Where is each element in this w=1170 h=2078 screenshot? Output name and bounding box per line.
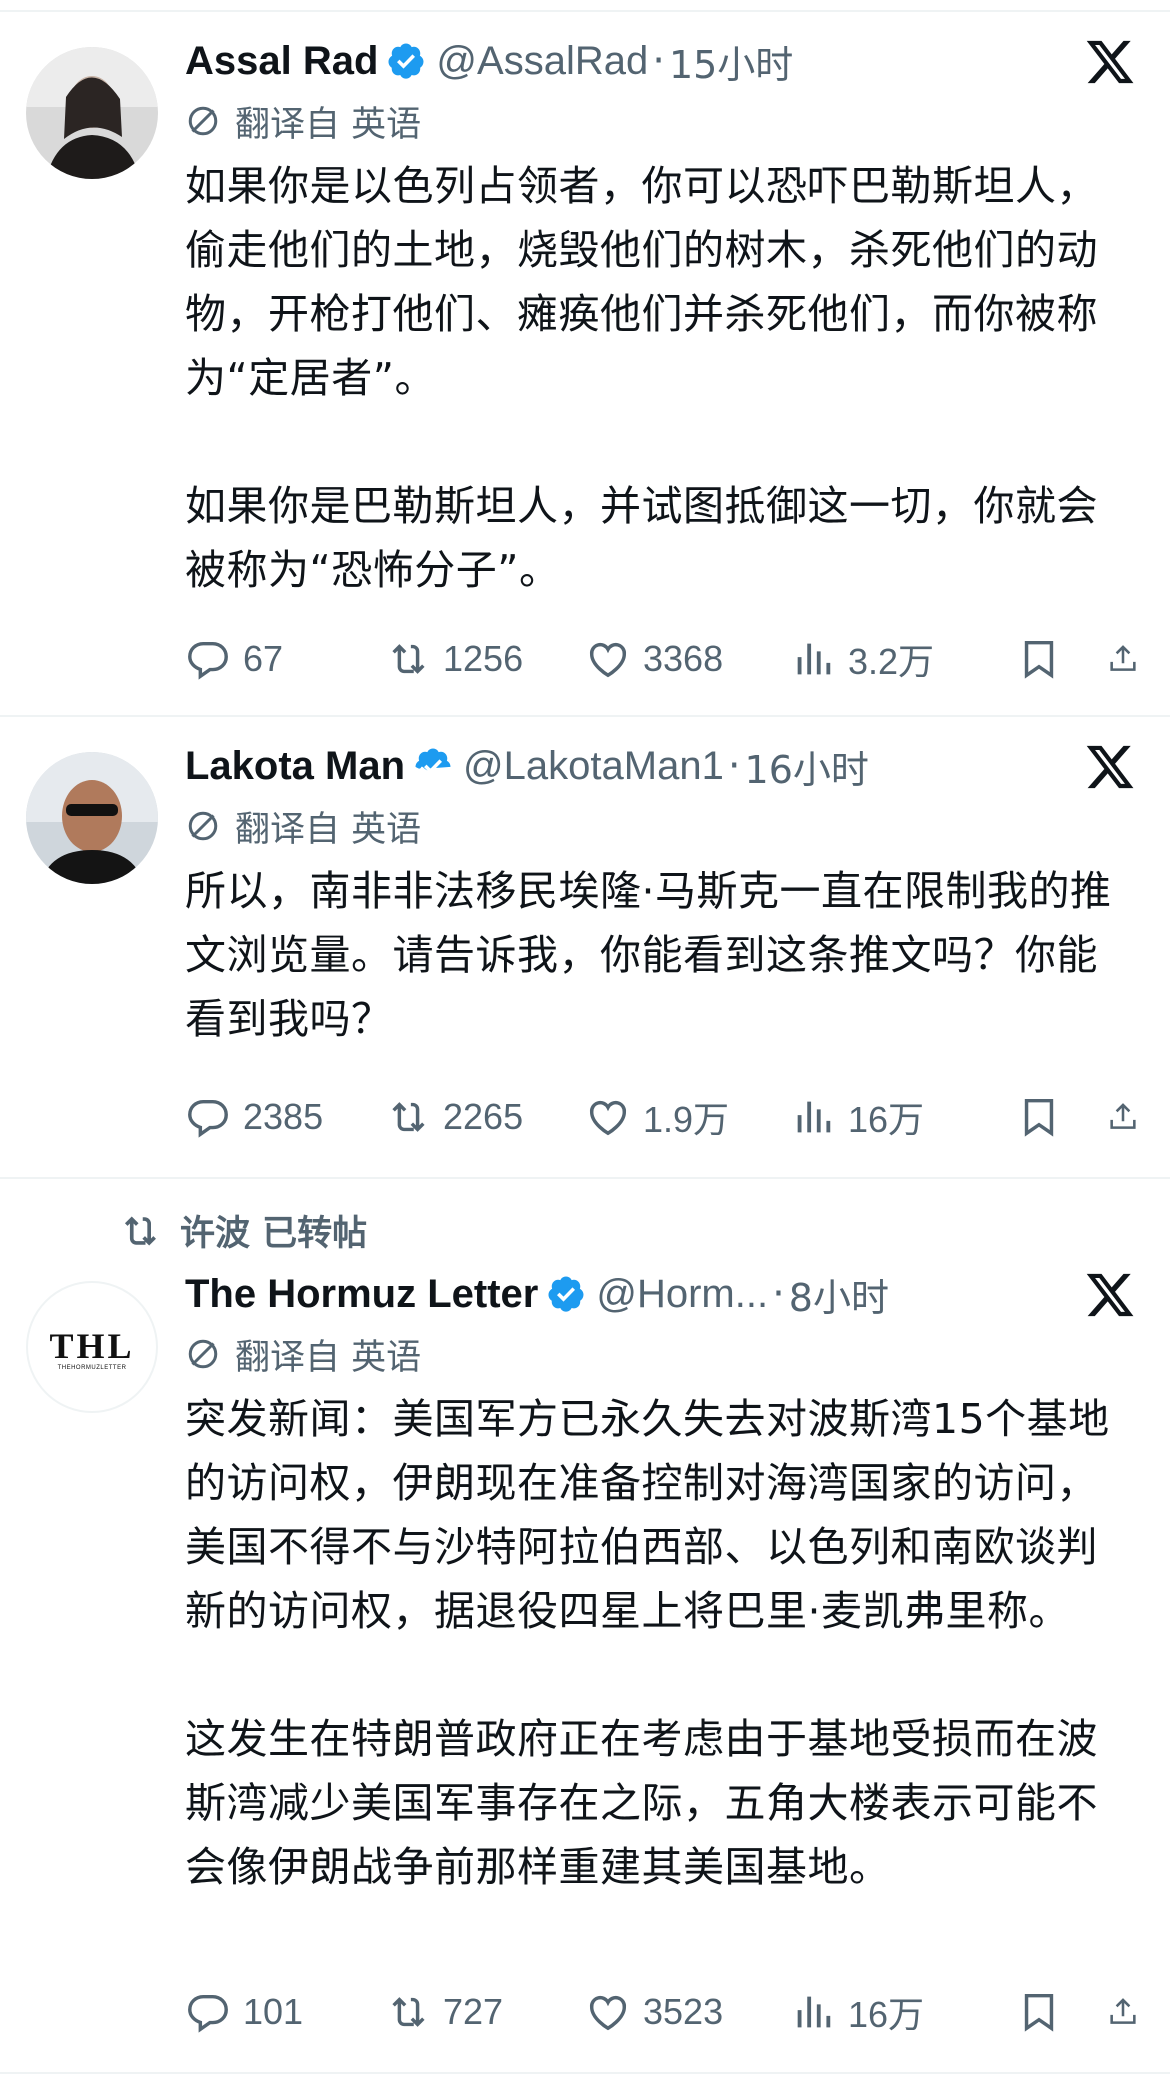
tweet-header: The Hormuz Letter @Horm... · 8小时 bbox=[185, 1263, 1136, 1325]
reply-count: 67 bbox=[243, 638, 284, 679]
action-bar: 67 1256 3368 3.2万 bbox=[185, 629, 1152, 689]
like-button[interactable]: 3368 bbox=[585, 636, 790, 682]
verified-icon bbox=[415, 748, 451, 774]
tweet-lakota-man[interactable]: Lakota Man @LakotaMan1 · 16小时 翻译自 英语 所以，… bbox=[0, 717, 1170, 1179]
reply-icon bbox=[188, 641, 228, 680]
author-name[interactable]: The Hormuz Letter bbox=[185, 1272, 538, 1317]
separator-dot: · bbox=[652, 38, 665, 84]
tweet-time[interactable]: 15小时 bbox=[669, 34, 793, 89]
views-count: 16万 bbox=[848, 1099, 925, 1140]
avatar-logo-subtext: THEHORMUZLETTER bbox=[57, 1365, 127, 1371]
views-icon bbox=[797, 1996, 831, 2028]
x-logo-icon bbox=[1086, 1273, 1134, 1317]
tweet-time[interactable]: 8小时 bbox=[789, 1267, 889, 1322]
like-icon bbox=[589, 642, 627, 678]
like-count: 1.9万 bbox=[643, 1099, 730, 1140]
reply-button[interactable]: 101 bbox=[185, 1989, 385, 2035]
views-button[interactable]: 3.2万 bbox=[790, 633, 990, 685]
translate-label: 翻译自 英语 bbox=[235, 1337, 422, 1378]
share-icon bbox=[1110, 645, 1136, 671]
bookmark-button[interactable] bbox=[1016, 636, 1106, 682]
retweet-count: 727 bbox=[443, 1991, 504, 2032]
verified-icon bbox=[548, 1276, 584, 1312]
retweeted-by[interactable]: 许波 已转帖 bbox=[118, 1205, 367, 1256]
tweet-hormuz-letter[interactable]: 许波 已转帖 THL THEHORMUZLETTER The Hormuz Le… bbox=[0, 1179, 1170, 2074]
retweeted-by-label: 许波 已转帖 bbox=[180, 1214, 368, 1254]
retweet-icon bbox=[124, 1215, 156, 1246]
views-count: 3.2万 bbox=[848, 641, 935, 682]
x-logo-icon bbox=[1086, 745, 1134, 789]
reply-button[interactable]: 2385 bbox=[185, 1094, 385, 1140]
retweet-count: 2265 bbox=[443, 1096, 524, 1137]
avatar-logo-text: THL bbox=[49, 1326, 135, 1366]
tweet-time[interactable]: 16小时 bbox=[745, 739, 869, 794]
retweet-count: 1256 bbox=[443, 638, 524, 679]
views-button[interactable]: 16万 bbox=[790, 1091, 990, 1143]
bookmark-icon bbox=[1024, 1993, 1054, 2032]
tweet-header: Assal Rad @AssalRad · 15小时 bbox=[185, 30, 1136, 92]
bookmark-button[interactable] bbox=[1016, 1094, 1106, 1140]
author-name[interactable]: Lakota Man bbox=[185, 744, 405, 789]
views-button[interactable]: 16万 bbox=[790, 1986, 990, 2038]
views-icon bbox=[797, 643, 831, 675]
like-count: 3523 bbox=[643, 1991, 724, 2032]
avatar[interactable] bbox=[26, 47, 158, 179]
translate-icon bbox=[188, 1339, 218, 1369]
reply-icon bbox=[188, 1099, 228, 1138]
reply-button[interactable]: 67 bbox=[185, 636, 385, 682]
tweet-assal-rad[interactable]: Assal Rad @AssalRad · 15小时 翻译自 英语 如果你是以色… bbox=[0, 12, 1170, 717]
verified-icon bbox=[388, 43, 424, 79]
retweet-button[interactable]: 1256 bbox=[385, 636, 585, 682]
action-bar: 2385 2265 1.9万 16万 bbox=[185, 1087, 1152, 1147]
avatar-photo bbox=[26, 752, 158, 884]
like-icon bbox=[589, 1995, 627, 2031]
top-divider bbox=[0, 0, 1170, 12]
retweet-icon bbox=[392, 644, 425, 674]
translate-icon bbox=[188, 811, 218, 841]
retweet-button[interactable]: 727 bbox=[385, 1989, 585, 2035]
tweet-text: 所以，南非非法移民埃隆·马斯克一直在限制我的推文浏览量。请告诉我，你能看到这条推… bbox=[185, 867, 1112, 1043]
action-bar: 101 727 3523 16万 bbox=[185, 1982, 1152, 2042]
like-icon bbox=[589, 1100, 627, 1136]
x-logo-icon bbox=[1086, 40, 1134, 84]
author-name[interactable]: Assal Rad bbox=[185, 39, 378, 84]
tweet-header: Lakota Man @LakotaMan1 · 16小时 bbox=[185, 735, 1136, 797]
like-count: 3368 bbox=[643, 638, 724, 679]
separator-dot: · bbox=[727, 743, 741, 789]
like-button[interactable]: 3523 bbox=[585, 1989, 790, 2035]
reply-count: 101 bbox=[243, 1991, 304, 2032]
share-icon bbox=[1110, 1103, 1136, 1129]
translate-label: 翻译自 英语 bbox=[235, 104, 422, 145]
retweet-icon bbox=[392, 1102, 425, 1132]
reply-count: 2385 bbox=[243, 1096, 324, 1137]
share-button[interactable] bbox=[1106, 1989, 1152, 2035]
share-icon bbox=[1110, 1998, 1136, 2024]
translate-link[interactable]: 翻译自 英语 bbox=[185, 1325, 1136, 1383]
retweet-button[interactable]: 2265 bbox=[385, 1094, 585, 1140]
tweet-text: 突发新闻：美国军方已永久失去对波斯湾15个基地的访问权，伊朗现在准备控制对海湾国… bbox=[185, 1395, 1110, 1891]
retweet-icon bbox=[392, 1997, 425, 2027]
bookmark-icon bbox=[1024, 1098, 1054, 1137]
tweet-text: 如果你是以色列占领者，你可以恐吓巴勒斯坦人，偷走他们的土地，烧毁他们的树木，杀死… bbox=[185, 162, 1098, 594]
share-button[interactable] bbox=[1106, 636, 1152, 682]
avatar[interactable]: THL THEHORMUZLETTER bbox=[26, 1281, 158, 1413]
author-handle[interactable]: @AssalRad bbox=[436, 39, 648, 84]
author-handle[interactable]: @LakotaMan1 bbox=[463, 744, 724, 789]
bookmark-button[interactable] bbox=[1016, 1989, 1106, 2035]
avatar-photo bbox=[26, 47, 158, 179]
avatar[interactable] bbox=[26, 752, 158, 884]
separator-dot: · bbox=[772, 1271, 785, 1317]
translate-label: 翻译自 英语 bbox=[235, 809, 422, 850]
like-button[interactable]: 1.9万 bbox=[585, 1091, 790, 1143]
translate-link[interactable]: 翻译自 英语 bbox=[185, 797, 1136, 855]
translate-link[interactable]: 翻译自 英语 bbox=[185, 92, 1136, 150]
views-count: 16万 bbox=[848, 1994, 925, 2035]
translate-icon bbox=[188, 106, 218, 136]
reply-icon bbox=[188, 1994, 228, 2033]
share-button[interactable] bbox=[1106, 1094, 1152, 1140]
author-handle[interactable]: @Horm... bbox=[596, 1272, 768, 1317]
views-icon bbox=[797, 1101, 831, 1133]
bookmark-icon bbox=[1024, 640, 1054, 679]
